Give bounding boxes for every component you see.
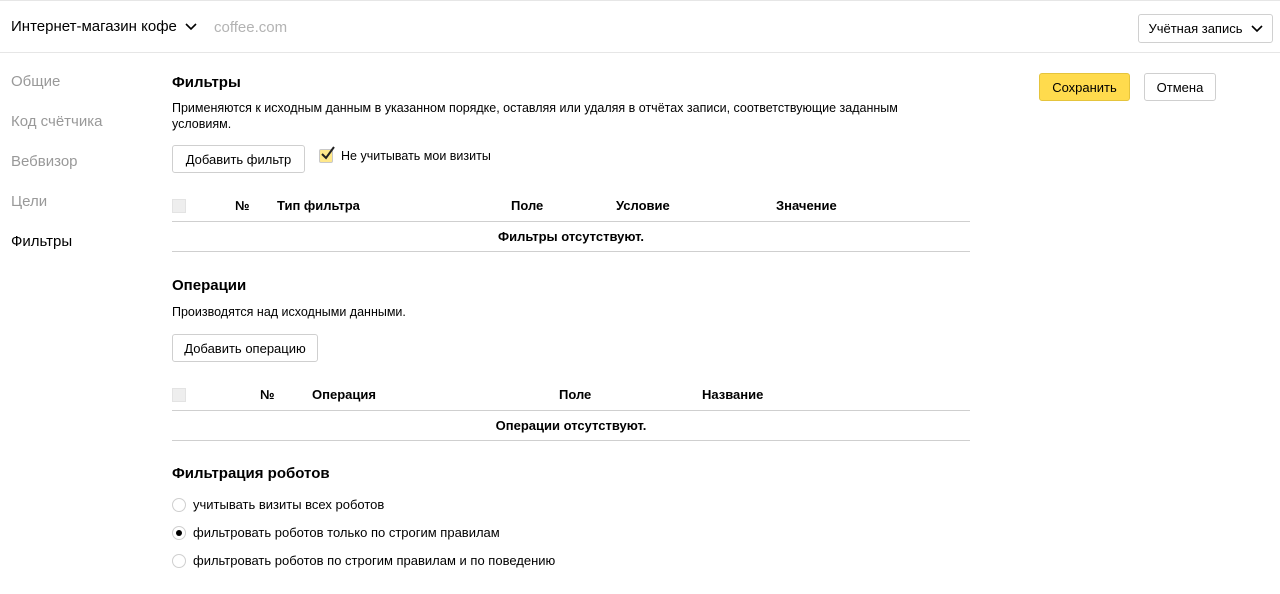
robots-option-strict-behavior[interactable]: фильтровать роботов по строгим правилам … xyxy=(172,553,555,568)
column-field: Поле xyxy=(559,387,592,402)
radio-button[interactable] xyxy=(172,497,186,512)
top-bar: Интернет-магазин кофе coffee.com Учётная… xyxy=(0,0,1280,53)
column-number: № xyxy=(235,198,250,213)
filters-description: Применяются к исходным данным в указанно… xyxy=(172,101,898,131)
operations-empty-row: Операции отсутствуют. xyxy=(172,411,970,441)
operations-table-header: № Операция Поле Название xyxy=(172,380,970,411)
site-domain: coffee.com xyxy=(214,19,288,36)
ignore-my-visits-checkbox[interactable]: Не учитывать мои визиты xyxy=(319,146,491,163)
radio-button-selected[interactable] xyxy=(172,525,186,540)
nav-item-webvisor[interactable]: Вебвизор xyxy=(11,152,102,192)
site-selector[interactable]: Интернет-магазин кофе xyxy=(11,18,197,35)
nav-item-counter-code[interactable]: Код счётчика xyxy=(11,112,102,152)
cancel-button[interactable]: Отмена xyxy=(1144,73,1216,101)
site-name: Интернет-магазин кофе xyxy=(11,18,177,35)
robots-option-strict[interactable]: фильтровать роботов только по строгим пр… xyxy=(172,525,500,540)
filters-title: Фильтры xyxy=(172,74,241,91)
add-operation-button[interactable]: Добавить операцию xyxy=(172,334,318,362)
select-all-checkbox[interactable] xyxy=(172,388,186,402)
column-name: Название xyxy=(702,387,764,402)
ignore-my-visits-label: Не учитывать мои визиты xyxy=(341,149,491,163)
column-condition: Условие xyxy=(616,198,670,213)
radio-label: учитывать визиты всех роботов xyxy=(193,497,385,512)
checkmark-icon xyxy=(321,146,335,160)
nav-item-general[interactable]: Общие xyxy=(11,72,102,112)
add-filter-button[interactable]: Добавить фильтр xyxy=(172,145,305,173)
column-number: № xyxy=(260,387,275,402)
radio-label: фильтровать роботов только по строгим пр… xyxy=(193,525,500,540)
nav-item-goals[interactable]: Цели xyxy=(11,192,102,232)
column-filter-type: Тип фильтра xyxy=(277,198,360,213)
select-all-checkbox[interactable] xyxy=(172,199,186,213)
settings-nav: Общие Код счётчика Вебвизор Цели Фильтры xyxy=(11,72,102,272)
radio-button[interactable] xyxy=(172,553,186,568)
filters-empty-row: Фильтры отсутствуют. xyxy=(172,222,970,252)
robots-title: Фильтрация роботов xyxy=(172,465,330,482)
robots-option-all[interactable]: учитывать визиты всех роботов xyxy=(172,497,384,512)
column-operation: Операция xyxy=(312,387,376,402)
filters-table-header: № Тип фильтра Поле Условие Значение xyxy=(172,191,970,222)
account-button[interactable]: Учётная запись xyxy=(1138,14,1273,43)
chevron-down-icon xyxy=(1250,24,1263,32)
checkbox-checked[interactable] xyxy=(319,146,335,163)
nav-item-filters[interactable]: Фильтры xyxy=(11,232,102,272)
save-button[interactable]: Сохранить xyxy=(1039,73,1130,101)
radio-label: фильтровать роботов по строгим правилам … xyxy=(193,553,556,568)
operations-description: Производятся над исходными данными. xyxy=(172,305,406,319)
operations-title: Операции xyxy=(172,277,247,294)
account-button-label: Учётная запись xyxy=(1148,21,1243,36)
column-value: Значение xyxy=(776,198,837,213)
chevron-down-icon xyxy=(185,22,197,30)
column-field: Поле xyxy=(511,198,544,213)
